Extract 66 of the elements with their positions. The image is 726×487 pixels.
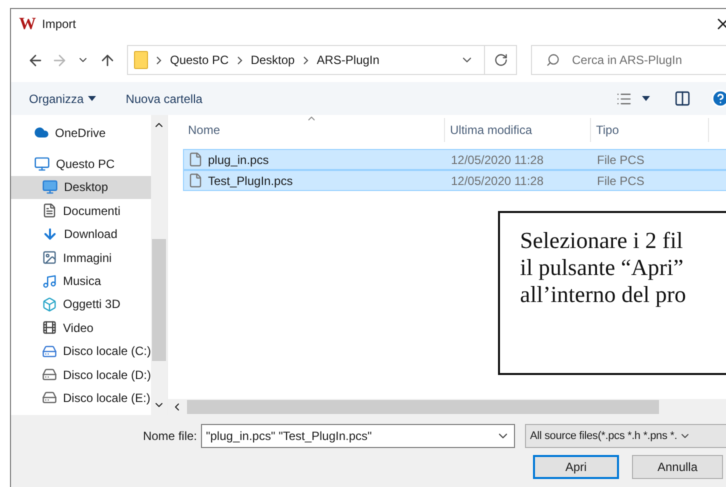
horizontal-scrollbar[interactable] [168, 399, 726, 415]
callout-text: Selezionare i 2 fil il pulsante “Apri” all’interno del pro [520, 227, 688, 308]
refresh-icon [494, 53, 508, 67]
file-name: plug_in.pcs [208, 152, 269, 166]
breadcrumb[interactable]: Desktop [250, 53, 295, 67]
file-row[interactable]: plug_in.pcs 12/05/2020 11:28 File PCS [183, 149, 726, 170]
file-type: File PCS [597, 152, 644, 166]
help-icon[interactable] [711, 89, 726, 108]
file-type-dropdown[interactable]: All source files(*.pcs *.h *.pns *. [525, 424, 726, 448]
sidebar-item[interactable]: Disco locale (C:) [11, 340, 151, 363]
file-icon [188, 173, 203, 188]
sidebar-item[interactable]: Questo PC [11, 152, 151, 176]
refresh-button[interactable] [485, 45, 517, 75]
folder-icon [134, 51, 148, 69]
monitor-icon [34, 156, 50, 172]
sidebar-item[interactable]: OneDrive [11, 121, 151, 144]
sidebar-item[interactable]: Oggetti 3D [11, 292, 151, 316]
download-icon [42, 226, 58, 242]
music-note-icon [42, 274, 57, 289]
file-icon [188, 152, 203, 167]
view-list-icon[interactable] [616, 90, 632, 106]
modified-date: 12/05/2020 11:28 [451, 174, 544, 188]
sidebar-item[interactable]: Video [11, 316, 151, 340]
search-field[interactable]: Cerca in ARS-PlugIn [531, 45, 726, 75]
vertical-scrollbar[interactable] [151, 115, 167, 415]
breadcrumb[interactable]: Questo PC [170, 53, 229, 67]
column-header[interactable]: Nome [183, 118, 445, 142]
cube-icon [42, 296, 57, 312]
chevron-icon [302, 56, 309, 64]
film-icon [42, 320, 57, 336]
sidebar-item[interactable]: Immagini [11, 246, 151, 270]
monitor-icon [42, 179, 58, 196]
file-name: Test_PlugIn.pcs [208, 174, 293, 188]
window-title: Import [42, 16, 78, 30]
cloud-icon [34, 125, 49, 140]
caret-icon [88, 96, 96, 101]
sidebar-item[interactable]: Disco locale (E:) [11, 386, 151, 410]
sidebar-item[interactable]: Documenti [11, 199, 151, 223]
file-type: File PCS [597, 174, 644, 188]
sidebar-item[interactable]: Desktop [11, 176, 151, 200]
document-icon [42, 203, 57, 218]
organize-menu[interactable]: Organizza [29, 90, 96, 108]
address-bar[interactable]: Questo PC Desktop ARS-PlugIn [127, 45, 485, 75]
new-folder-button[interactable]: Nuova cartella [126, 90, 202, 108]
file-name-label: Nome file: [142, 429, 198, 443]
app-logo: W [19, 14, 36, 34]
drive-icon [42, 390, 57, 406]
drive-icon [42, 367, 57, 382]
drive-icon [42, 344, 57, 359]
sidebar-item[interactable]: Disco locale (D:) [11, 362, 151, 386]
column-header[interactable]: Ultima modifica [445, 118, 591, 142]
chevron-icon [236, 56, 243, 64]
chevron-icon [156, 56, 162, 64]
sidebar-item[interactable]: Download [11, 222, 151, 246]
search-icon [546, 53, 560, 67]
preview-pane-icon[interactable] [674, 90, 691, 107]
column-header[interactable]: Tipo [591, 118, 709, 142]
cancel-button[interactable]: Annulla [632, 455, 723, 479]
caret-icon[interactable] [642, 96, 650, 101]
image-icon [42, 250, 57, 266]
file-name-field[interactable]: "plug_in.pcs" "Test_PlugIn.pcs" [201, 424, 515, 448]
modified-date: 12/05/2020 11:28 [451, 152, 544, 166]
open-button[interactable]: Apri [533, 455, 619, 479]
sidebar-item[interactable]: Musica [11, 269, 151, 293]
breadcrumb[interactable]: ARS-PlugIn [316, 53, 380, 67]
file-row[interactable]: Test_PlugIn.pcs 12/05/2020 11:28 File PCS [183, 170, 726, 191]
